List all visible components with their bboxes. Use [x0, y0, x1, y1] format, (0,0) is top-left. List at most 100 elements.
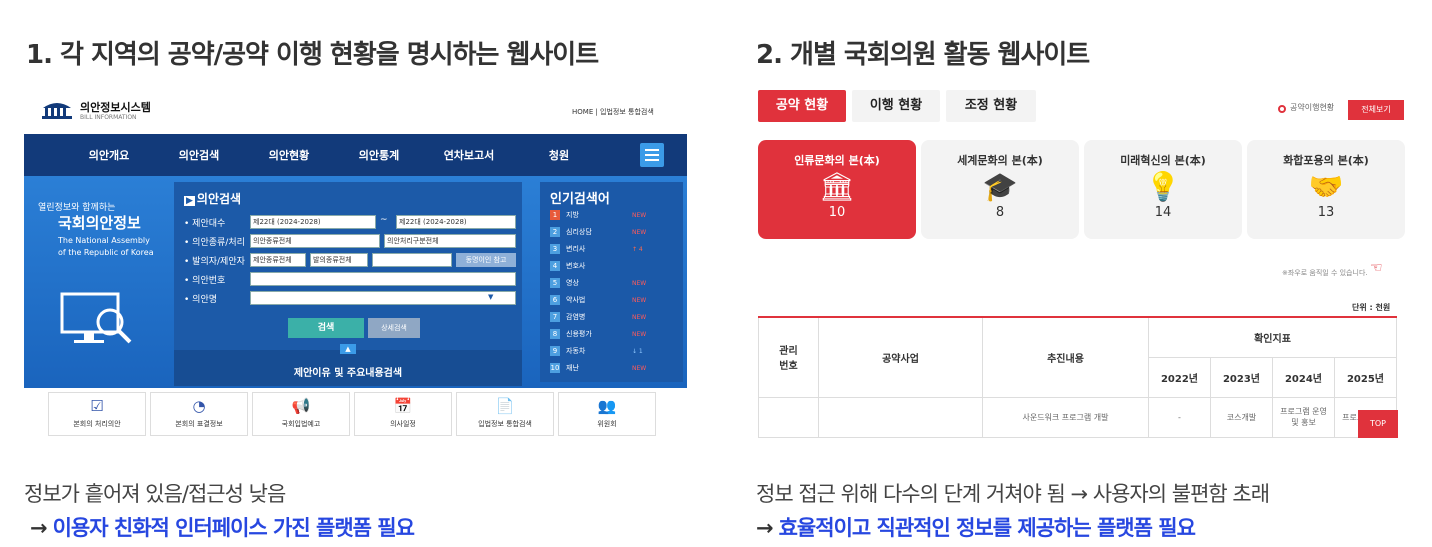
- popular-title: 인기검색어: [550, 192, 610, 207]
- search-title: ▶ 의안검색: [184, 192, 242, 206]
- handshake-icon: 🤝: [1308, 170, 1344, 203]
- assembly-logo-icon[interactable]: [40, 100, 74, 120]
- proposer-input[interactable]: [372, 253, 452, 267]
- bill-name-input[interactable]: [250, 291, 516, 305]
- quick-link[interactable]: 📄 입법정보 통합검색: [456, 392, 554, 436]
- nav-item[interactable]: 연차보고서: [424, 147, 514, 163]
- site-header: 의안정보시스템 BILL INFORMATION HOME | 입법정보 통합검…: [24, 90, 687, 134]
- nav-item[interactable]: 의안검색: [154, 147, 244, 163]
- category-card[interactable]: 화합포용의 본(本) 🤝 13: [1247, 140, 1405, 239]
- top-button[interactable]: TOP: [1358, 410, 1398, 438]
- quick-link[interactable]: ◔ 본회의 표결정보: [150, 392, 248, 436]
- table-cell: [758, 396, 819, 438]
- col-header-content: 추진내용: [982, 316, 1149, 398]
- popular-keyword-item[interactable]: 3 변리사 ↑ 4: [550, 244, 643, 254]
- table-cell: [818, 396, 983, 438]
- popular-keyword-item[interactable]: 6 약사법 NEW: [550, 295, 646, 305]
- table-cell: 프로그램 운영 및 홍보: [1272, 396, 1335, 438]
- rank-badge: 5: [550, 278, 560, 288]
- nav-item[interactable]: 의안통계: [334, 147, 424, 163]
- popular-keyword-item[interactable]: 8 신용평가 NEW: [550, 329, 646, 339]
- category-card[interactable]: 인류문화의 본(本) 🏛 10: [758, 140, 916, 239]
- age-from-select[interactable]: 제22대 (2024-2028): [250, 215, 376, 229]
- popular-keyword-item[interactable]: 7 감염병 NEW: [550, 312, 646, 322]
- banner-title: 국회의안정보: [58, 214, 141, 232]
- view-all-button[interactable]: 전체보기: [1348, 100, 1404, 120]
- arrow-icon: ▶: [184, 196, 195, 206]
- year-header: 2023년: [1210, 356, 1273, 398]
- quick-link[interactable]: ☑ 본회의 처리의안: [48, 392, 146, 436]
- trend-label: NEW: [632, 313, 647, 321]
- range-tilde: ~: [380, 215, 388, 225]
- category-card[interactable]: 세계문화의 본(本) 🎓 8: [921, 140, 1079, 239]
- logo-subtitle: BILL INFORMATION: [80, 114, 137, 121]
- popular-keyword-item[interactable]: 1 지방 NEW: [550, 210, 646, 220]
- section-2-note: 정보 접근 위해 다수의 단계 거쳐야 됨 → 사용자의 불편함 초래: [756, 482, 1270, 506]
- age-to-select[interactable]: 제22대 (2024-2028): [396, 215, 516, 229]
- scroll-hint: ※좌우로 움직일 수 있습니다.: [1282, 269, 1368, 277]
- arrow-icon: →: [30, 516, 48, 540]
- quick-link[interactable]: 👥 위원회: [558, 392, 656, 436]
- trend-label: NEW: [632, 364, 647, 372]
- bill-info-site-screenshot: 의안정보시스템 BILL INFORMATION HOME | 입법정보 통합검…: [24, 90, 687, 436]
- search-button[interactable]: 검색: [288, 318, 364, 338]
- popular-keyword-item[interactable]: 10 재난 NEW: [550, 363, 646, 373]
- chart-icon: ◔: [192, 397, 206, 415]
- chevron-down-icon: ▼: [488, 293, 494, 301]
- rank-badge: 8: [550, 329, 560, 339]
- section-1-heading: 1. 각 지역의 공약/공약 이행 현황을 명시하는 웹사이트: [26, 40, 599, 70]
- nav-item[interactable]: 의안개요: [64, 147, 154, 163]
- keyword-label: 약사법: [566, 296, 586, 304]
- table-cell: 사운드워크 프로그램 개발: [982, 396, 1149, 438]
- keyword-label: 재난: [566, 364, 579, 372]
- quick-link-label: 본회의 표결정보: [175, 420, 223, 428]
- menu-icon[interactable]: [640, 143, 664, 167]
- col-header-no: 관리 번호: [758, 316, 819, 398]
- quick-link[interactable]: 📅 의사일정: [354, 392, 452, 436]
- process-select[interactable]: 의안처리구분전체: [384, 234, 516, 248]
- assembly-member-site-screenshot: 공약 현황 이행 현황 조정 현황 공약이행현황 전체보기 인류문화의 본(本)…: [756, 88, 1406, 438]
- tab-implementation-status[interactable]: 이행 현황: [852, 90, 940, 122]
- reason-search-bar[interactable]: ▲ 제안이유 및 주요내용검색: [174, 344, 522, 386]
- reason-search-label: 제안이유 및 주요내용검색: [293, 368, 403, 379]
- table-cell: 코스개발: [1210, 396, 1273, 438]
- top-links[interactable]: HOME | 입법정보 통합검색: [572, 107, 654, 117]
- keyword-label: 신용평가: [566, 330, 592, 338]
- kind-select[interactable]: 의안종류전체: [250, 234, 380, 248]
- rank-badge: 7: [550, 312, 560, 322]
- year-header: 2025년: [1334, 356, 1397, 398]
- keyword-label: 영상: [566, 279, 579, 287]
- year-header: 2022년: [1148, 356, 1211, 398]
- keyword-label: 지방: [566, 211, 579, 219]
- document-search-icon: 📄: [495, 397, 515, 415]
- row-label: • 제안대수: [184, 219, 226, 229]
- quick-link-label: 본회의 처리의안: [73, 420, 121, 428]
- pledge-table: 관리 번호 공약사업 추진내용 확인지표 2022년 2023년 2024년 2…: [758, 316, 1397, 438]
- section-1-note: 정보가 흩어져 있음/접근성 낮음: [24, 482, 286, 506]
- bill-number-input[interactable]: [250, 272, 516, 286]
- nav-item[interactable]: 청원: [514, 147, 604, 163]
- popular-keyword-item[interactable]: 9 자동차 ↓ 1: [550, 346, 643, 356]
- logo-title[interactable]: 의안정보시스템: [80, 99, 151, 115]
- quick-link-label: 국회입법예고: [281, 420, 321, 428]
- calendar-icon: 📅: [393, 397, 413, 415]
- table-cell: -: [1148, 396, 1211, 438]
- detail-search-button[interactable]: 상세검색: [368, 318, 420, 338]
- keyword-label: 심리상담: [566, 228, 592, 236]
- same-name-button[interactable]: 동명이인 참고: [456, 253, 516, 267]
- popular-keyword-item[interactable]: 4 변호사: [550, 261, 632, 271]
- keyword-label: 자동차: [566, 347, 586, 355]
- nav-item[interactable]: 의안현황: [244, 147, 334, 163]
- proposer-kind-select[interactable]: 발의종류전체: [310, 253, 368, 267]
- trend-label: NEW: [632, 296, 647, 304]
- tab-pledge-status[interactable]: 공약 현황: [758, 90, 846, 122]
- popular-keyword-item[interactable]: 5 영상 NEW: [550, 278, 646, 288]
- proposer-type-select[interactable]: 제안종류전체: [250, 253, 306, 267]
- quick-link[interactable]: 📢 국회입법예고: [252, 392, 350, 436]
- row-label: • 의안종류/처리: [184, 238, 245, 248]
- trend-label: NEW: [632, 330, 647, 338]
- tab-adjustment-status[interactable]: 조정 현황: [946, 90, 1036, 122]
- popular-keyword-item[interactable]: 2 심리상담 NEW: [550, 227, 646, 237]
- trend-label: NEW: [632, 211, 647, 219]
- category-card[interactable]: 미래혁신의 본(本) 💡 14: [1084, 140, 1242, 239]
